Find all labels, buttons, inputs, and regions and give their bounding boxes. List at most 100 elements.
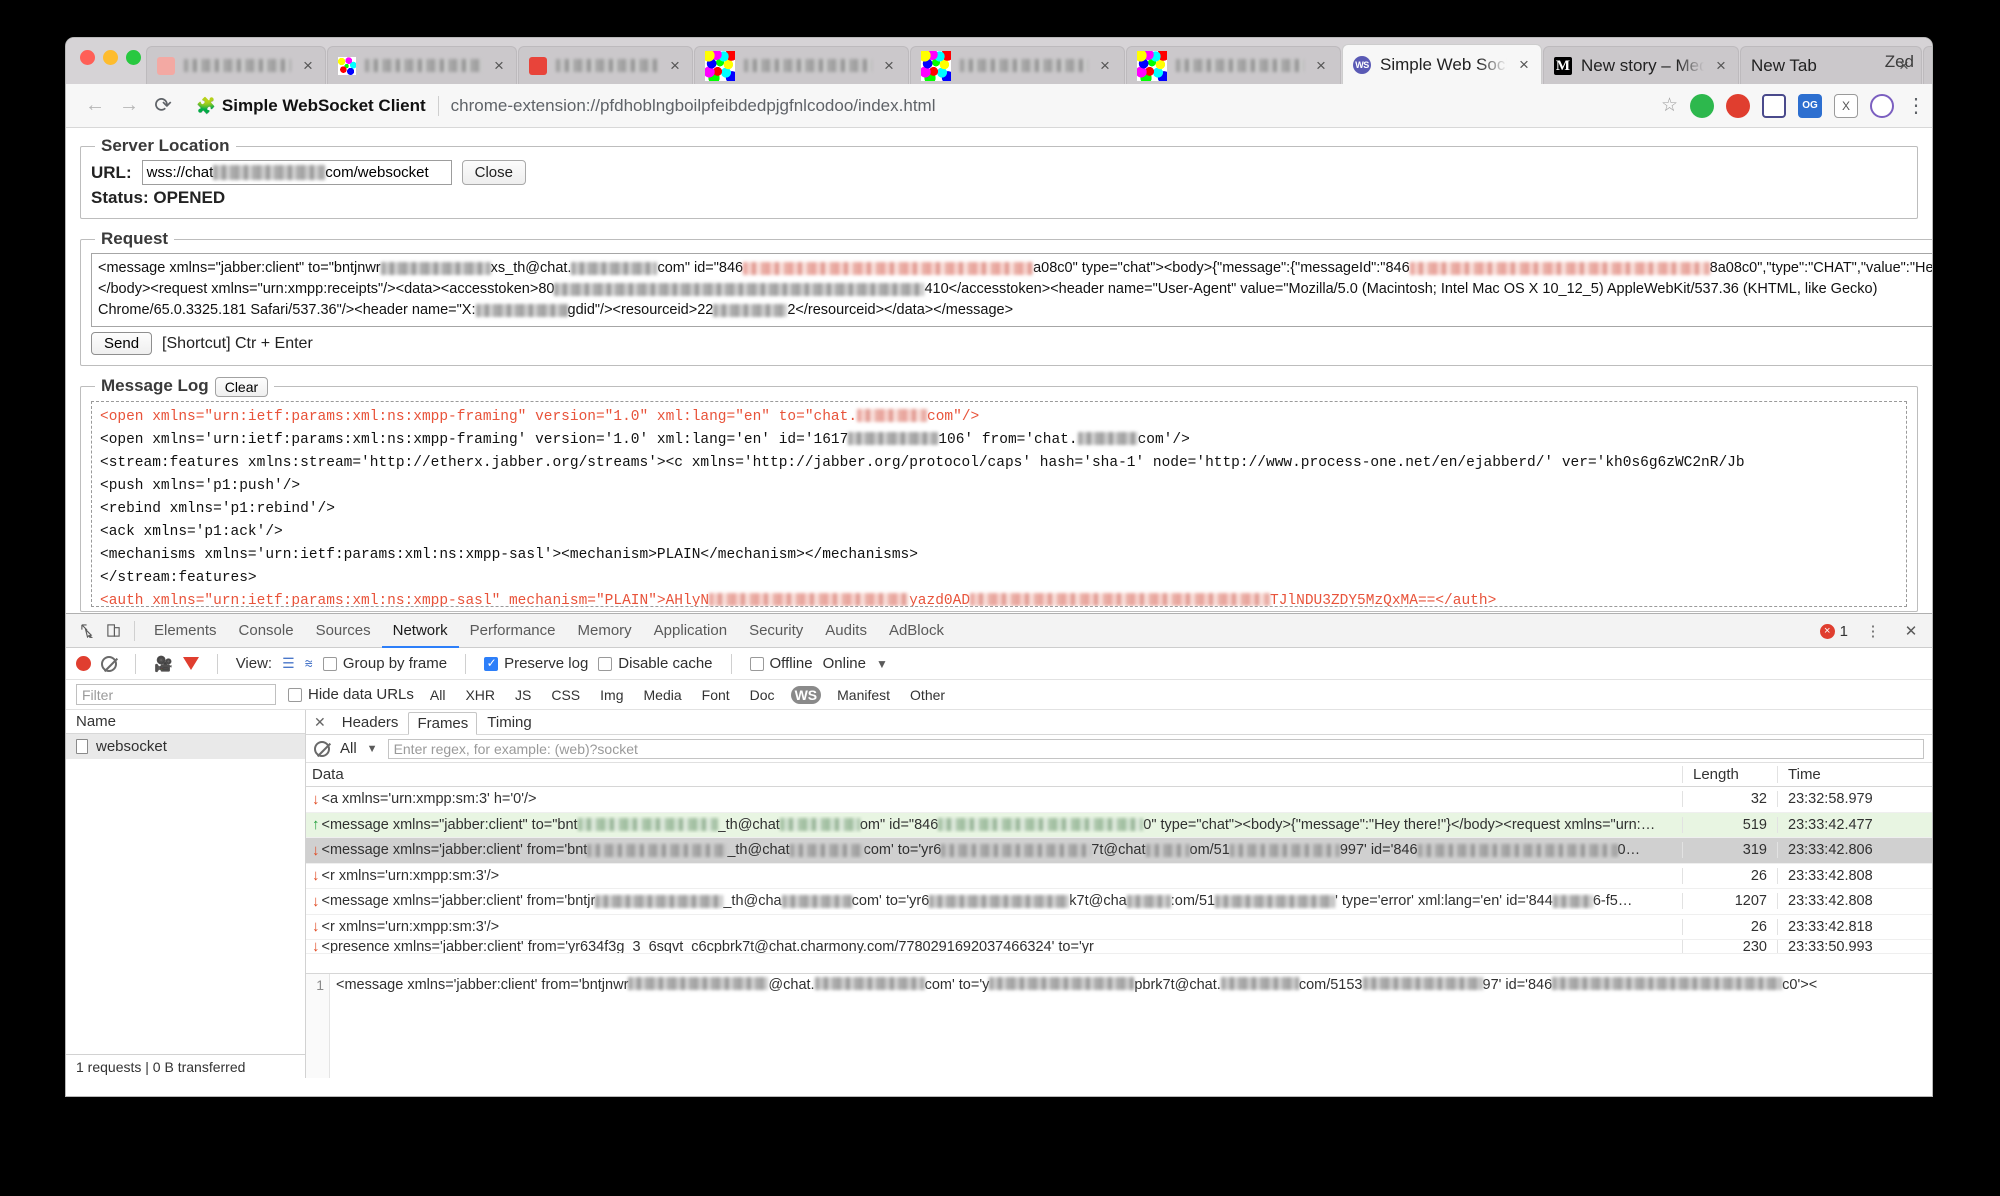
column-header-data[interactable]: Data <box>306 766 1682 783</box>
filter-type-font[interactable]: Font <box>698 686 734 704</box>
preview-content[interactable]: <message xmlns='jabber:client' from='bnt… <box>330 974 1932 1078</box>
frames-regex-input[interactable]: Enter regex, for example: (web)?socket <box>388 739 1924 759</box>
tab-close-icon[interactable]: × <box>1515 56 1533 74</box>
back-arrow-icon[interactable]: ← <box>80 91 110 121</box>
new-tab-button[interactable] <box>1923 46 1932 84</box>
browser-tab-new-story-medium[interactable]: M New story – Medi × <box>1543 46 1739 84</box>
devtools-tab-application[interactable]: Application <box>643 614 738 648</box>
browser-tab-redacted-5[interactable]: × <box>910 46 1125 84</box>
tab-close-icon[interactable]: × <box>299 57 317 75</box>
disable-cache-checkbox[interactable]: Disable cache <box>598 655 712 672</box>
devtools-tab-sources[interactable]: Sources <box>305 614 382 648</box>
filter-type-css[interactable]: CSS <box>547 686 584 704</box>
hide-data-urls-checkbox[interactable]: Hide data URLs <box>288 686 414 703</box>
tab-close-icon[interactable]: × <box>880 57 898 75</box>
extension-icon-purple[interactable] <box>1870 94 1894 118</box>
clear-icon[interactable] <box>101 656 117 672</box>
frame-row[interactable]: ↓<message xmlns='jabber:client' from='bn… <box>306 838 1932 864</box>
browser-tab-redacted-2[interactable]: × <box>327 46 517 84</box>
detail-tab-timing[interactable]: Timing <box>479 712 539 733</box>
extension-icon-green[interactable] <box>1690 94 1714 118</box>
devtools-tab-security[interactable]: Security <box>738 614 814 648</box>
toggle-device-toolbar-icon[interactable] <box>100 618 126 644</box>
devtools-tab-audits[interactable]: Audits <box>814 614 878 648</box>
browser-tab-redacted-4[interactable]: × <box>694 46 909 84</box>
extension-icon-red[interactable] <box>1726 94 1750 118</box>
send-button[interactable]: Send <box>91 332 152 355</box>
frame-row[interactable]: ↓<r xmlns='urn:xmpp:sm:3'/> 26 23:33:42.… <box>306 915 1932 941</box>
group-by-frame-checkbox[interactable]: Group by frame <box>323 655 447 672</box>
filter-type-other[interactable]: Other <box>906 686 949 704</box>
chevron-down-icon[interactable]: ▼ <box>367 743 378 755</box>
browser-tab-redacted-1[interactable]: × <box>146 46 326 84</box>
detail-tab-frames[interactable]: Frames <box>408 712 477 735</box>
frame-row[interactable]: ↓<message xmlns='jabber:client' from='bn… <box>306 889 1932 915</box>
message-log-output[interactable]: <open xmlns="urn:ietf:params:xml:ns:xmpp… <box>91 401 1907 607</box>
preserve-log-checkbox[interactable]: Preserve log <box>484 655 588 672</box>
filter-icon[interactable] <box>183 657 199 670</box>
filter-type-js[interactable]: JS <box>511 686 535 704</box>
filter-type-doc[interactable]: Doc <box>746 686 779 704</box>
clear-log-button[interactable]: Clear <box>215 377 268 397</box>
maximize-window-button[interactable] <box>126 50 141 65</box>
throttling-value[interactable]: Online <box>823 655 866 672</box>
column-header-time[interactable]: Time <box>1777 766 1932 783</box>
filter-type-all[interactable]: All <box>426 686 450 704</box>
frame-row[interactable]: ↓<presence xmlns='jabber:client' from='y… <box>306 940 1932 954</box>
tab-close-icon[interactable]: × <box>1096 57 1114 75</box>
bookmark-star-icon[interactable]: ☆ <box>1661 94 1678 117</box>
devtools-tab-console[interactable]: Console <box>228 614 305 648</box>
minimize-window-button[interactable] <box>103 50 118 65</box>
filter-type-manifest[interactable]: Manifest <box>833 686 894 704</box>
devtools-tab-adblock[interactable]: AdBlock <box>878 614 955 648</box>
devtools-tab-elements[interactable]: Elements <box>143 614 228 648</box>
devtools-tab-memory[interactable]: Memory <box>567 614 643 648</box>
devtools-tab-performance[interactable]: Performance <box>459 614 567 648</box>
close-window-button[interactable] <box>80 50 95 65</box>
frame-row[interactable]: ↓<a xmlns='urn:xmpp:sm:3' h='0'/> 32 23:… <box>306 787 1932 813</box>
extension-icon-gray[interactable]: X <box>1834 94 1858 118</box>
list-view-icon[interactable]: ☰ <box>282 655 295 672</box>
kebab-menu-icon[interactable]: ⋮ <box>1906 93 1918 118</box>
frames-filter-select[interactable]: All <box>340 740 357 757</box>
offline-checkbox[interactable]: Offline <box>750 655 813 672</box>
tab-close-icon[interactable]: × <box>490 57 508 75</box>
filter-type-img[interactable]: Img <box>596 686 627 704</box>
frame-row[interactable]: ↓<r xmlns='urn:xmpp:sm:3'/> 26 23:33:42.… <box>306 864 1932 890</box>
tab-close-icon[interactable]: × <box>666 57 684 75</box>
browser-tab-redacted-3[interactable]: × <box>518 46 693 84</box>
capture-screenshots-icon[interactable]: 🎥 <box>154 655 173 673</box>
tab-close-icon[interactable]: × <box>1712 57 1730 75</box>
column-header-length[interactable]: Length <box>1682 766 1777 783</box>
server-url-input[interactable]: wss://chatcom/websocket <box>142 160 452 185</box>
clear-icon[interactable] <box>314 741 330 757</box>
chevron-down-icon[interactable]: ▼ <box>876 657 888 671</box>
tree-view-icon[interactable]: ⩬ <box>305 655 313 672</box>
extension-icon-blue[interactable]: OG <box>1798 94 1822 118</box>
close-icon[interactable]: ✕ <box>314 714 326 731</box>
detail-tab-headers[interactable]: Headers <box>334 712 407 733</box>
request-list-row-websocket[interactable]: websocket <box>66 734 305 759</box>
frame-row[interactable]: ↑<message xmlns="jabber:client" to="bnt_… <box>306 813 1932 839</box>
browser-tab-redacted-6[interactable]: × <box>1126 46 1341 84</box>
close-connection-button[interactable]: Close <box>462 160 526 185</box>
kebab-menu-icon[interactable]: ⋮ <box>1860 618 1886 644</box>
forward-arrow-icon[interactable]: → <box>114 91 144 121</box>
close-icon[interactable]: ✕ <box>1898 618 1924 644</box>
error-count-badge[interactable]: × 1 <box>1820 623 1848 640</box>
filter-type-xhr[interactable]: XHR <box>461 686 499 704</box>
devtools-tab-network[interactable]: Network <box>382 614 459 648</box>
address-bar[interactable]: 🧩 Simple WebSocket Client chrome-extensi… <box>196 91 1651 121</box>
filter-input[interactable]: Filter <box>76 684 276 705</box>
filter-type-media[interactable]: Media <box>640 686 686 704</box>
extension-icon-mail[interactable] <box>1762 94 1786 118</box>
tab-close-icon[interactable]: × <box>1312 57 1330 75</box>
inspect-element-icon[interactable] <box>74 618 100 644</box>
request-textarea[interactable]: <message xmlns="jabber:client" to="bntjn… <box>91 253 1932 327</box>
filter-type-ws[interactable]: WS <box>791 686 822 704</box>
browser-tab-simple-web-socket[interactable]: WS Simple Web Sock × <box>1342 44 1542 84</box>
frame-preview-pane: 1 <message xmlns='jabber:client' from='b… <box>306 973 1932 1078</box>
toolbar-divider <box>217 654 218 674</box>
record-button-icon[interactable] <box>76 656 91 671</box>
reload-icon[interactable]: ⟳ <box>148 91 178 121</box>
